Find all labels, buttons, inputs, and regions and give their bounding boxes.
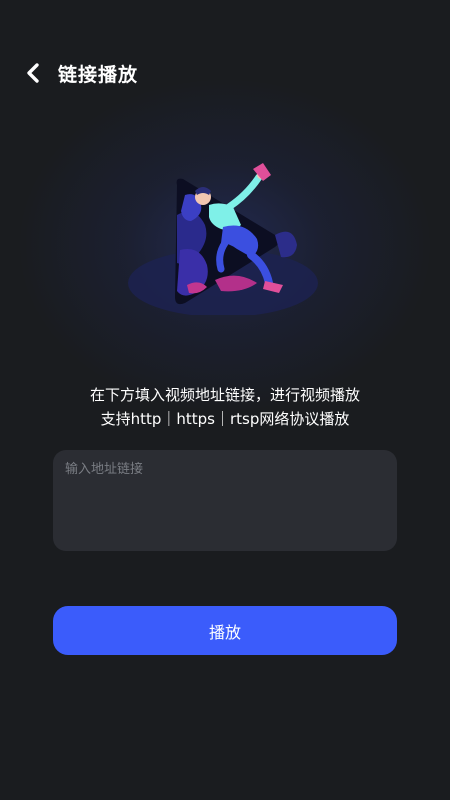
play-person-illustration bbox=[128, 163, 318, 315]
play-button[interactable]: 播放 bbox=[53, 606, 397, 655]
hint-line-2: 支持http｜https｜rtsp网络协议播放 bbox=[100, 410, 350, 428]
hint-text: 在下方填入视频地址链接，进行视频播放 支持http｜https｜rtsp网络协议… bbox=[0, 383, 450, 431]
chevron-left-icon bbox=[27, 63, 39, 83]
url-input[interactable] bbox=[65, 458, 385, 543]
page-title: 链接播放 bbox=[58, 64, 139, 86]
play-button-label: 播放 bbox=[208, 622, 241, 642]
back-button[interactable] bbox=[18, 58, 48, 88]
link-play-screen: 链接播放 在下方填入视频地址链接，进行视频播放 支持http｜https｜rts… bbox=[0, 0, 450, 800]
header-bar: 链接播放 bbox=[0, 48, 450, 98]
url-input-box[interactable] bbox=[53, 450, 397, 551]
hint-line-1: 在下方填入视频地址链接，进行视频播放 bbox=[89, 386, 360, 404]
